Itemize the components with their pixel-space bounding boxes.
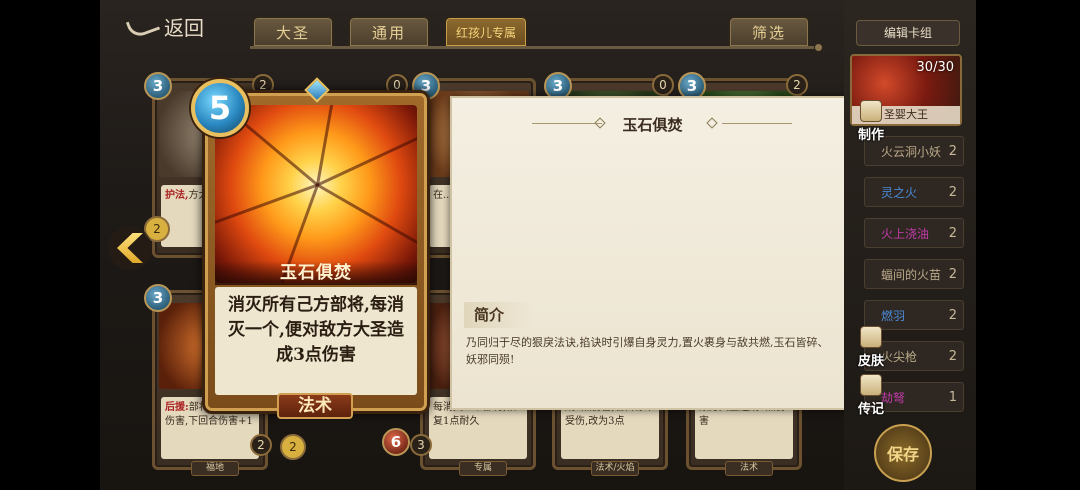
card-count: 2	[250, 434, 272, 456]
card-description: 消灭所有己方部将,每消灭一个,便对敌方大圣造成3点伤害	[215, 287, 417, 395]
card-art-explosion	[215, 105, 417, 283]
figure-icon	[860, 326, 882, 348]
card-tag: 福地	[191, 461, 239, 476]
deck-count: 30/30	[916, 60, 954, 75]
deck-editor-scene: 返回 大圣 通用 红孩儿专属 筛选 护法,方大圣 3 2 在... 牌上... …	[100, 0, 976, 490]
card-type: 法术	[277, 393, 353, 419]
tab-common[interactable]: 通用	[348, 16, 430, 48]
back-arrow-icon	[125, 12, 161, 40]
lore-button[interactable]: 传记	[852, 374, 890, 417]
card-detail-panel: 玉石俱焚 简介 乃同归于尽的狠戾法诀,掐诀时引爆自身灵力,置火裹身与敌共燃,玉石…	[450, 96, 855, 410]
save-button[interactable]: 保存	[874, 424, 932, 482]
scroll-icon	[860, 100, 882, 122]
filter-button[interactable]: 筛选	[728, 16, 810, 48]
gem-icon	[304, 77, 330, 103]
card-cost: 3	[144, 284, 172, 312]
art-ray	[316, 183, 417, 247]
deck-item-name: 燃羽	[881, 308, 906, 323]
selected-card[interactable]: 玉石俱焚 消灭所有己方部将,每消灭一个,便对敌方大圣造成3点伤害 法术 5	[191, 77, 430, 419]
card-tag: 法术	[725, 461, 773, 476]
back-button[interactable]: 返回	[125, 10, 224, 42]
back-label: 返回	[164, 15, 204, 40]
card-count: 2	[786, 74, 808, 96]
deck-list-item[interactable]: 灵之火 2	[864, 177, 964, 207]
deck-item-name: 火上浇油	[881, 226, 930, 241]
card-attack: 6	[382, 428, 410, 456]
deck-item-count: 2	[948, 348, 957, 364]
skin-button[interactable]: 皮肤	[852, 326, 890, 369]
card-count: 0	[652, 74, 674, 96]
ornament-line	[722, 123, 792, 124]
card-cost: 3	[144, 72, 172, 100]
intro-text: 乃同归于尽的狠戾法诀,掐诀时引爆自身灵力,置火裹身与敌共燃,玉石皆碎、妖邪同殒!	[466, 336, 829, 366]
card-name: 玉石俱焚	[215, 261, 417, 285]
make-label: 制作	[857, 128, 884, 143]
intro-section-label: 简介	[464, 302, 534, 328]
deck-item-count: 1	[948, 389, 957, 405]
lore-label: 传记	[857, 402, 884, 417]
deck-item-name: 蝠间的火苗	[881, 267, 942, 282]
letterbox-left	[0, 0, 100, 490]
card-tag: 专属	[459, 461, 507, 476]
chevron-left-icon	[117, 233, 143, 263]
skin-label: 皮肤	[857, 354, 884, 369]
card-count: 2	[280, 434, 306, 460]
prev-page-button[interactable]	[108, 226, 152, 270]
make-button[interactable]: 制作	[852, 100, 890, 143]
tab-red-boy-exclusive[interactable]: 红孩儿专属	[444, 16, 528, 48]
art-ray	[316, 133, 417, 187]
tab-underline-end	[814, 43, 823, 52]
deck-item-count: 2	[948, 266, 957, 282]
card-count: 3	[410, 434, 432, 456]
deck-item-name: 灵之火	[881, 185, 918, 200]
deck-item-count: 2	[948, 307, 957, 323]
detail-title: 玉石俱焚	[622, 116, 683, 134]
deck-sidebar: 编辑卡组 30/30 圣婴大王 火云洞小妖 2 灵之火 2 火上浇油 2 蝠间的火苗 2…	[844, 0, 976, 490]
deck-item-count: 2	[948, 143, 957, 159]
deck-list-item[interactable]: 蝠间的火苗 2	[864, 259, 964, 289]
tab-great-sage[interactable]: 大圣	[252, 16, 334, 48]
deck-list-item[interactable]: 火上浇油 2	[864, 218, 964, 248]
deck-item-count: 2	[948, 184, 957, 200]
letterbox-right	[976, 0, 1080, 490]
deck-item-count: 2	[948, 225, 957, 241]
edit-deck-button[interactable]: 编辑卡组	[856, 20, 960, 46]
card-cost: 5	[191, 79, 249, 137]
book-icon	[860, 374, 882, 396]
card-tag: 法术/火焰	[591, 461, 639, 476]
deck-item-name: 火云洞小妖	[881, 144, 942, 159]
tab-underline	[250, 46, 820, 49]
